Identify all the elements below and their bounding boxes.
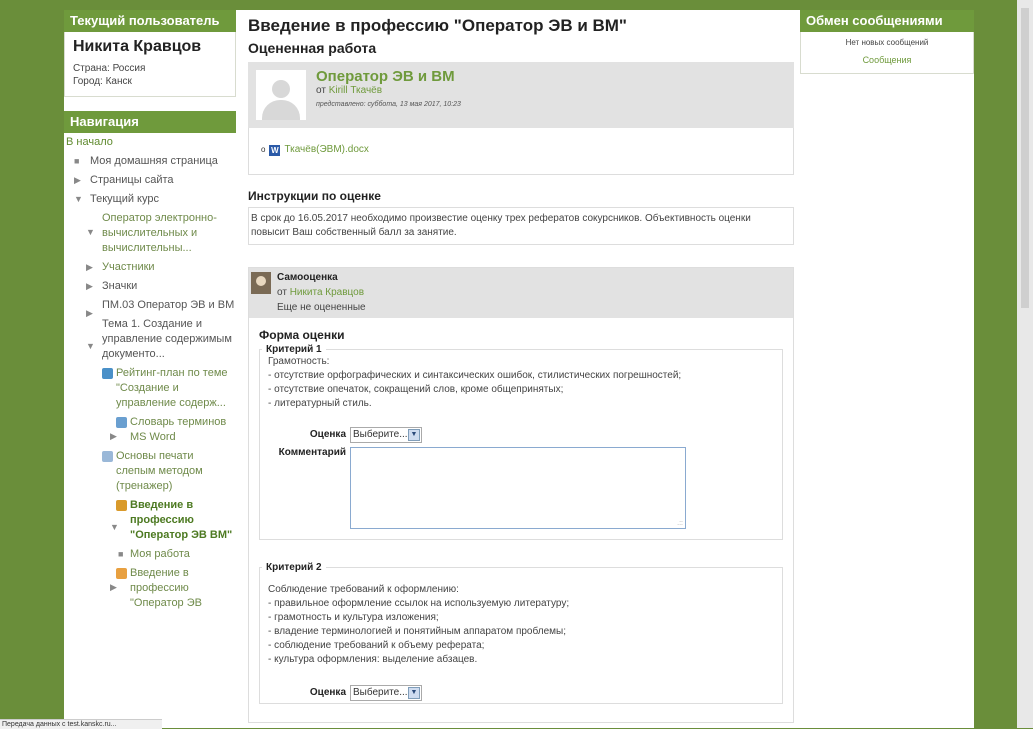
- graded-work-heading: Оцененная работа: [248, 40, 377, 56]
- avatar: [256, 70, 306, 120]
- scrollbar-thumb[interactable]: [1021, 8, 1029, 308]
- submission-title[interactable]: Оператор ЭВ и ВМ: [316, 68, 455, 85]
- user-block-header: Текущий пользователь: [64, 10, 236, 32]
- user-name[interactable]: Никита Кравцов: [73, 38, 227, 56]
- collapse-arrow-icon: ▼: [110, 522, 119, 532]
- author-link[interactable]: Kirill Ткачёв: [329, 85, 382, 96]
- nav-intro-current[interactable]: ▼ Введение в профессию "Оператор ЭВ ВМ": [64, 498, 236, 543]
- grade-label: Оценка: [309, 429, 346, 440]
- expand-arrow-icon: ▶: [86, 281, 93, 291]
- expand-arrow-icon: ▶: [74, 175, 81, 185]
- nav-badges[interactable]: ▶ Значки: [64, 279, 236, 294]
- right-column: Обмен сообщениями Нет новых сообщений Со…: [800, 10, 974, 74]
- assessment-form: Форма оценки Критерий 1 Грамотность: - о…: [249, 318, 793, 722]
- nav-block-header: Навигация: [64, 111, 236, 133]
- messages-block: Нет новых сообщений Сообщения: [800, 32, 974, 74]
- comment-textarea[interactable]: .::: [350, 447, 686, 529]
- page: Текущий пользователь Никита Кравцов Стра…: [64, 10, 974, 728]
- nav-typing[interactable]: Основы печати слепым методом (тренажер): [64, 449, 236, 494]
- dropdown-arrow-icon[interactable]: ▼: [408, 429, 420, 441]
- page-icon: [102, 451, 113, 462]
- nav-current-course[interactable]: ▼ Текущий курс: [64, 192, 236, 207]
- messages-link[interactable]: Сообщения: [805, 55, 969, 65]
- collapse-arrow-icon: ▼: [86, 341, 95, 351]
- instructions-text: В срок до 16.05.2017 необходимо произвес…: [248, 207, 794, 245]
- lesson-icon: [102, 368, 113, 379]
- resize-grip-icon[interactable]: .::: [677, 520, 683, 527]
- nav-my-home[interactable]: ■ Моя домашняя страница: [64, 154, 236, 169]
- no-messages-text: Нет новых сообщений: [845, 38, 929, 47]
- author-link[interactable]: Никита Кравцов: [290, 287, 364, 298]
- scrollbar[interactable]: [1017, 0, 1033, 728]
- assessment-header: Самооценка от Никита Кравцов Еще не оцен…: [249, 268, 793, 318]
- submission-files: o W Ткачёв(ЭВМ).docx: [248, 128, 794, 175]
- comment-row: Комментарий .::: [260, 447, 782, 539]
- navigation-tree: В начало ■ Моя домашняя страница ▶ Страниц…: [64, 133, 236, 617]
- file-item[interactable]: o W Ткачёв(ЭВМ).docx: [261, 144, 369, 156]
- collapse-arrow-icon: ▼: [74, 194, 83, 204]
- self-assessment-author: от Никита Кравцов: [277, 287, 365, 298]
- expand-arrow-icon: ▶: [110, 582, 117, 592]
- nav-home[interactable]: В начало: [64, 135, 236, 150]
- bullet-icon: o: [261, 145, 266, 154]
- nav-participants[interactable]: ▶ Участники: [64, 260, 236, 275]
- instructions-heading: Инструкции по оценке: [248, 189, 381, 203]
- expand-arrow-icon: ▶: [110, 431, 117, 441]
- form-heading: Форма оценки: [259, 328, 345, 342]
- expand-arrow-icon: ▶: [86, 262, 93, 272]
- criterion-1-text: Грамотность: - отсутствие орфографически…: [268, 356, 682, 409]
- main-content: Введение в профессию "Оператор ЭВ и ВМ" …: [248, 10, 794, 728]
- self-assessment-title: Самооценка: [277, 272, 338, 283]
- grade-select-2[interactable]: Выберите... ▼: [350, 685, 422, 701]
- page-title: Введение в профессию "Оператор ЭВ и ВМ": [248, 16, 627, 35]
- nav-my-work[interactable]: ■ Моя работа: [64, 547, 236, 562]
- avatar: [251, 272, 271, 294]
- glossary-icon: [116, 417, 127, 428]
- word-doc-icon: W: [269, 145, 281, 156]
- nav-topic1[interactable]: ▼ Тема 1. Создание и управление содержимы…: [64, 317, 236, 362]
- user-country: Страна: Россия: [73, 63, 146, 74]
- nav-site-pages[interactable]: ▶ Страницы сайта: [64, 173, 236, 188]
- dropdown-arrow-icon[interactable]: ▼: [408, 687, 420, 699]
- nav-glossary[interactable]: ▶ Словарь терминов MS Word: [64, 415, 236, 445]
- assessment-panel: Самооценка от Никита Кравцов Еще не оцен…: [248, 267, 794, 723]
- left-column: Текущий пользователь Никита Кравцов Стра…: [64, 10, 236, 728]
- nav-rating-plan[interactable]: Рейтинг-план по теме "Создание и управле…: [64, 366, 236, 411]
- grade-row: Оценка Выберите... ▼: [260, 427, 782, 445]
- nav-pm03[interactable]: ▶ ПМ.03 Оператор ЭВ и ВМ: [64, 298, 236, 318]
- file-link[interactable]: Ткачёв(ЭВМ).docx: [284, 144, 368, 155]
- criterion-1: Критерий 1 Грамотность: - отсутствие орф…: [259, 344, 783, 540]
- user-city: Город: Канск: [73, 76, 132, 87]
- criterion-2-text: Соблюдение требований к оформлению: - пр…: [268, 584, 570, 665]
- nav-course[interactable]: ▼ Оператор электронно-вычислительных и вы…: [64, 211, 236, 256]
- user-block: Никита Кравцов Страна: Россия Город: Кан…: [64, 32, 236, 97]
- messages-block-header: Обмен сообщениями: [800, 10, 974, 32]
- submission-author: от Kirill Ткачёв: [316, 85, 383, 96]
- assessment-status: Еще не оцененные: [277, 302, 366, 313]
- nav-intro-2[interactable]: ▶ Введение в профессию "Оператор ЭВ: [64, 566, 236, 611]
- bullet-icon: ■: [74, 156, 80, 166]
- workshop-icon: [116, 500, 127, 511]
- comment-label: Комментарий: [278, 447, 346, 458]
- submission-header: Оператор ЭВ и ВМ от Kirill Ткачёв предст…: [248, 62, 794, 128]
- criterion-1-legend: Критерий 1: [266, 344, 322, 355]
- collapse-arrow-icon: ▼: [86, 227, 95, 237]
- criterion-2: Критерий 2 Соблюдение требований к оформ…: [259, 562, 783, 704]
- grade-select[interactable]: Выберите... ▼: [350, 427, 422, 443]
- grade-label: Оценка: [309, 687, 346, 698]
- criterion-2-legend: Критерий 2: [266, 562, 322, 573]
- bullet-icon: ■: [118, 549, 124, 559]
- submission-date: представлено: суббота, 13 мая 2017, 10:2…: [316, 101, 461, 108]
- workshop-icon: [116, 568, 127, 579]
- grade-row-2: Оценка Выберите... ▼: [260, 685, 782, 703]
